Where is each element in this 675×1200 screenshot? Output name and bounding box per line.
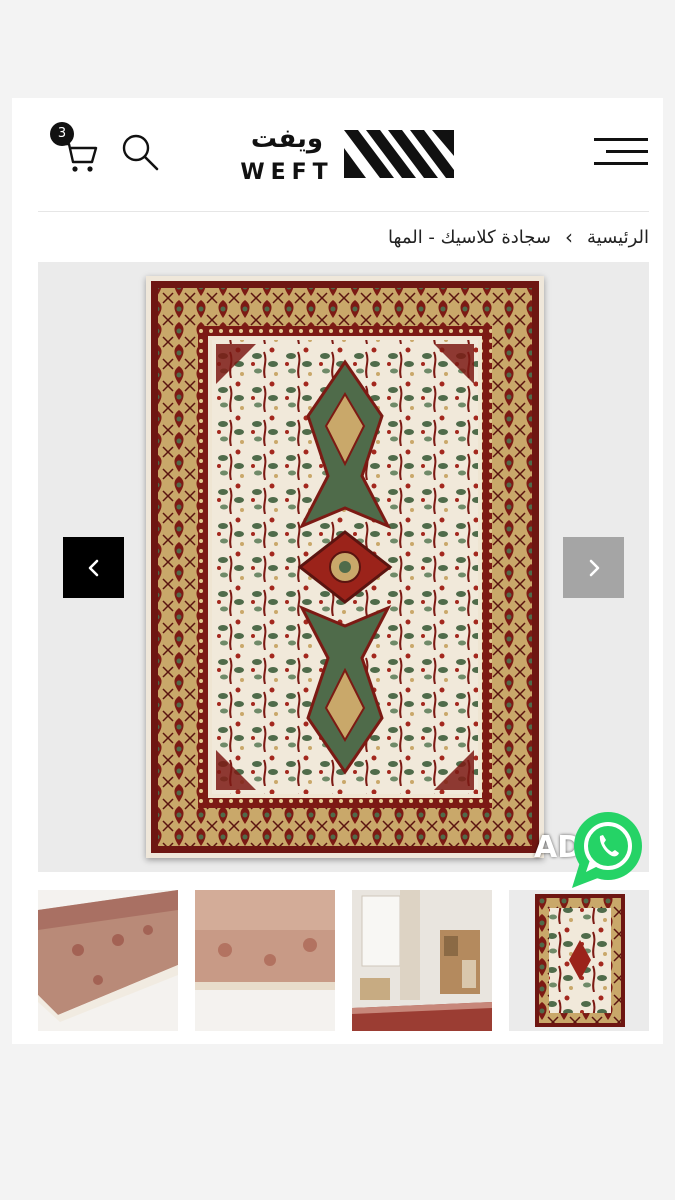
product-card: 3 ويفت WEFT الرئيسية › سجادة كلاسيك - ال… — [12, 98, 663, 1044]
breadcrumb-home-link[interactable]: الرئيسية — [587, 227, 649, 248]
header-divider — [38, 211, 649, 212]
thumbnail-rug-pile[interactable] — [195, 890, 335, 1031]
product-image-gallery[interactable] — [38, 262, 649, 872]
gallery-next-button[interactable] — [563, 537, 624, 598]
site-header: 3 ويفت WEFT — [12, 98, 663, 210]
chevron-right-icon — [589, 559, 599, 576]
thumbnail-room-scene[interactable] — [352, 890, 492, 1031]
whatsapp-button[interactable] — [566, 808, 646, 890]
thumbnail-rug-edge[interactable] — [38, 890, 178, 1031]
thumbnail-strip — [38, 890, 649, 1031]
cart-count-badge: 3 — [50, 122, 74, 146]
thumbnail-rug-full[interactable] — [509, 890, 649, 1031]
breadcrumb-current: سجادة كلاسيك - المها — [388, 226, 551, 248]
cart-button[interactable]: 3 — [50, 122, 100, 176]
search-icon — [122, 134, 159, 171]
whatsapp-icon — [572, 812, 642, 888]
gallery-prev-button[interactable] — [63, 537, 124, 598]
breadcrumb: الرئيسية › سجادة كلاسيك - المها — [388, 222, 649, 252]
product-main-image — [146, 276, 544, 858]
site-logo[interactable]: ويفت WEFT — [232, 120, 456, 190]
search-button[interactable] — [120, 132, 160, 172]
logo-english-text: WEFT — [240, 160, 334, 185]
logo-arabic-text: ويفت — [250, 124, 324, 154]
logo-mark-icon — [344, 130, 454, 178]
hamburger-menu-icon[interactable] — [594, 136, 648, 168]
chevron-left-icon — [88, 559, 98, 576]
breadcrumb-separator-icon: › — [565, 225, 573, 249]
